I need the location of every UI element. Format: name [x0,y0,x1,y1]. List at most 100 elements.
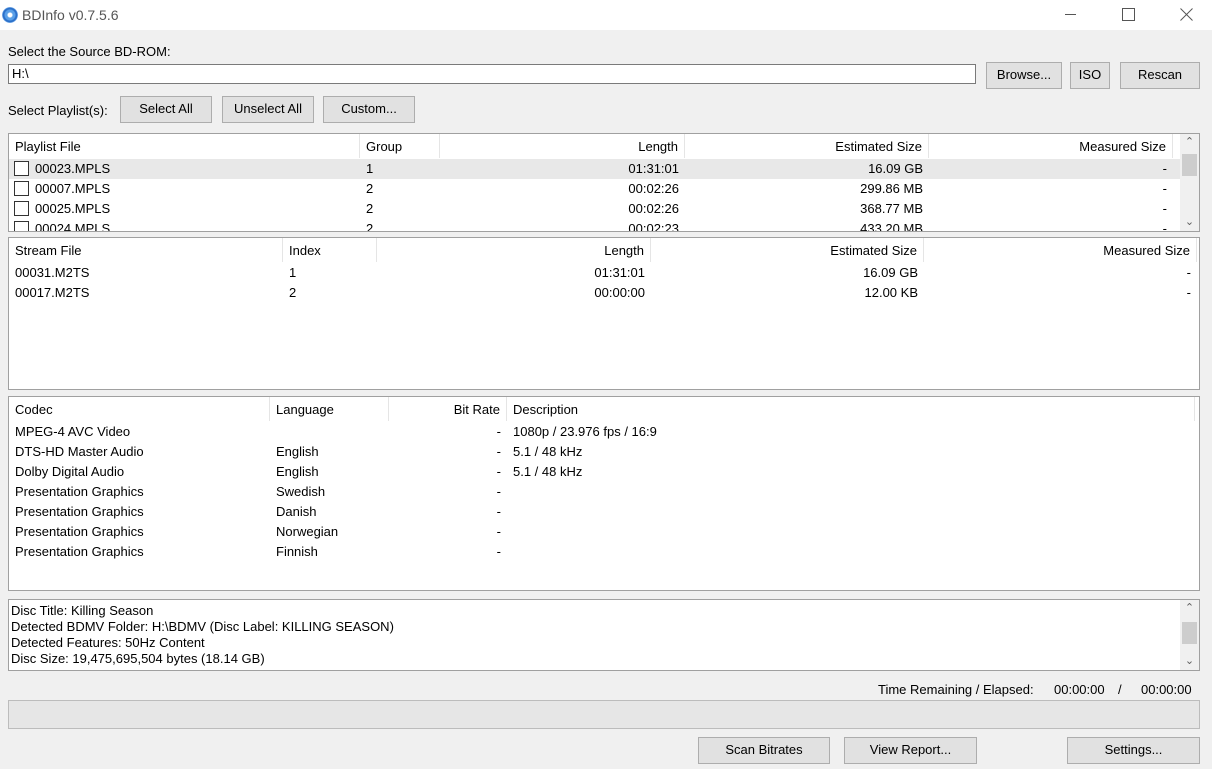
playlist-row[interactable]: 00007.MPLS 2 00:02:26 299.86 MB - [9,179,1181,199]
playlist-measured-size: - [1162,221,1167,232]
select-playlists-label: Select Playlist(s): [8,103,108,118]
codec-description [507,482,1195,502]
stream-file: 00017.M2TS [15,285,90,300]
codec-bit-rate: - [496,444,501,459]
codec-name: Presentation Graphics [15,544,144,559]
chevron-up-icon[interactable]: ⌃ [1180,600,1199,617]
iso-button[interactable]: ISO [1070,62,1110,89]
codec-language: Danish [276,504,317,519]
codec-row[interactable]: Presentation Graphics Finnish - [9,542,1199,562]
chevron-down-icon[interactable]: ⌄ [1180,214,1199,231]
playlist-group: 1 [366,161,374,176]
stream-length: 01:31:01 [594,265,645,280]
stream-row[interactable]: 00017.M2TS 2 00:00:00 12.00 KB - [9,283,1199,303]
codec-bit-rate: - [496,464,501,479]
scrollbar-thumb[interactable] [1182,622,1197,644]
playlist-group: 2 [366,201,374,216]
browse-button[interactable]: Browse... [986,62,1062,89]
stream-row[interactable]: 00031.M2TS 1 01:31:01 16.09 GB - [9,263,1199,283]
column-measured-size[interactable]: Measured Size [929,134,1173,158]
disc-info-textbox[interactable]: Disc Title: Killing Season Detected BDMV… [8,599,1200,671]
codec-description [507,502,1195,522]
playlist-group: 2 [366,221,374,232]
view-report-button[interactable]: View Report... [844,737,977,764]
column-stream-file[interactable]: Stream File [9,238,283,262]
column-estimated-size[interactable]: Estimated Size [651,238,924,262]
chevron-down-icon[interactable]: ⌄ [1180,653,1199,670]
codec-row[interactable]: Presentation Graphics Norwegian - [9,522,1199,542]
disc-title-line: Disc Title: Killing Season [11,603,154,618]
playlist-row[interactable]: 00023.MPLS 1 01:31:01 16.09 GB - [9,159,1181,179]
playlist-row[interactable]: 00025.MPLS 2 00:02:26 368.77 MB - [9,199,1181,219]
column-description[interactable]: Description [507,397,1195,421]
column-length[interactable]: Length [377,238,651,262]
codec-description: 5.1 / 48 kHz [513,464,583,479]
column-length[interactable]: Length [440,134,685,158]
stream-estimated-size: 12.00 KB [864,285,919,300]
codec-name: Presentation Graphics [15,524,144,539]
stream-file: 00031.M2TS [15,265,90,280]
minimize-button[interactable] [1048,0,1094,30]
close-icon [1180,8,1193,21]
playlist-row[interactable]: 00024.MPLS 2 00:02:23 433.20 MB - [9,219,1181,232]
custom-button[interactable]: Custom... [323,96,415,123]
maximize-button[interactable] [1105,0,1151,30]
codec-row[interactable]: MPEG-4 AVC Video - 1080p / 23.976 fps / … [9,422,1199,442]
column-group[interactable]: Group [360,134,440,158]
playlist-scrollbar[interactable]: ⌃ ⌄ [1180,134,1199,231]
playlist-length: 01:31:01 [628,161,679,176]
title-bar: BDInfo v0.7.5.6 [0,0,1212,30]
playlist-estimated-size: 16.09 GB [868,161,923,176]
codec-language: English [276,464,319,479]
codec-row[interactable]: Dolby Digital Audio English - 5.1 / 48 k… [9,462,1199,482]
codec-language: Finnish [276,544,318,559]
codec-name: Dolby Digital Audio [15,464,125,479]
settings-button[interactable]: Settings... [1067,737,1200,764]
select-all-button[interactable]: Select All [120,96,212,123]
playlist-checkbox[interactable] [14,161,29,176]
source-label: Select the Source BD-ROM: [8,44,171,59]
column-playlist-file[interactable]: Playlist File [9,134,360,158]
codec-row[interactable]: Presentation Graphics Danish - [9,502,1199,522]
codec-bit-rate: - [496,484,501,499]
playlist-checkbox[interactable] [14,181,29,196]
column-language[interactable]: Language [270,397,389,421]
time-elapsed-value: 00:00:00 [1141,682,1192,697]
codec-table[interactable]: Codec Language Bit Rate Description MPEG… [8,396,1200,591]
column-index[interactable]: Index [283,238,377,262]
source-path-input[interactable]: H:\ [8,64,976,84]
column-estimated-size[interactable]: Estimated Size [685,134,929,158]
playlist-table-header: Playlist File Group Length Estimated Siz… [9,134,1199,158]
column-bit-rate[interactable]: Bit Rate [389,397,507,421]
playlist-checkbox[interactable] [14,221,29,231]
column-measured-size[interactable]: Measured Size [924,238,1197,262]
codec-language: Norwegian [276,524,339,539]
chevron-up-icon[interactable]: ⌃ [1180,134,1199,151]
scan-progress-bar [8,700,1200,729]
codec-table-header: Codec Language Bit Rate Description [9,397,1199,421]
rescan-button[interactable]: Rescan [1120,62,1200,89]
playlist-checkbox[interactable] [14,201,29,216]
playlist-file: 00024.MPLS [35,221,111,232]
column-codec[interactable]: Codec [9,397,270,421]
codec-row[interactable]: DTS-HD Master Audio English - 5.1 / 48 k… [9,442,1199,462]
codec-description [507,542,1195,562]
codec-language: English [276,444,319,459]
maximize-icon [1122,8,1135,21]
detected-features-line: Detected Features: 50Hz Content [11,635,205,650]
codec-bit-rate: - [496,544,501,559]
playlist-table[interactable]: Playlist File Group Length Estimated Siz… [8,133,1200,232]
disc-size-line: Disc Size: 19,475,695,504 bytes (18.14 G… [11,651,265,666]
scan-bitrates-button[interactable]: Scan Bitrates [698,737,830,764]
disc-info-scrollbar[interactable]: ⌃ ⌄ [1180,600,1199,670]
playlist-measured-size: - [1162,181,1167,196]
codec-row[interactable]: Presentation Graphics Swedish - [9,482,1199,502]
bluray-disc-icon [2,7,18,23]
unselect-all-button[interactable]: Unselect All [222,96,314,123]
codec-bit-rate: - [496,524,501,539]
close-button[interactable] [1163,0,1209,30]
scrollbar-thumb[interactable] [1182,154,1197,176]
playlist-measured-size: - [1162,201,1167,216]
stream-table[interactable]: Stream File Index Length Estimated Size … [8,237,1200,390]
codec-name: MPEG-4 AVC Video [15,424,131,439]
